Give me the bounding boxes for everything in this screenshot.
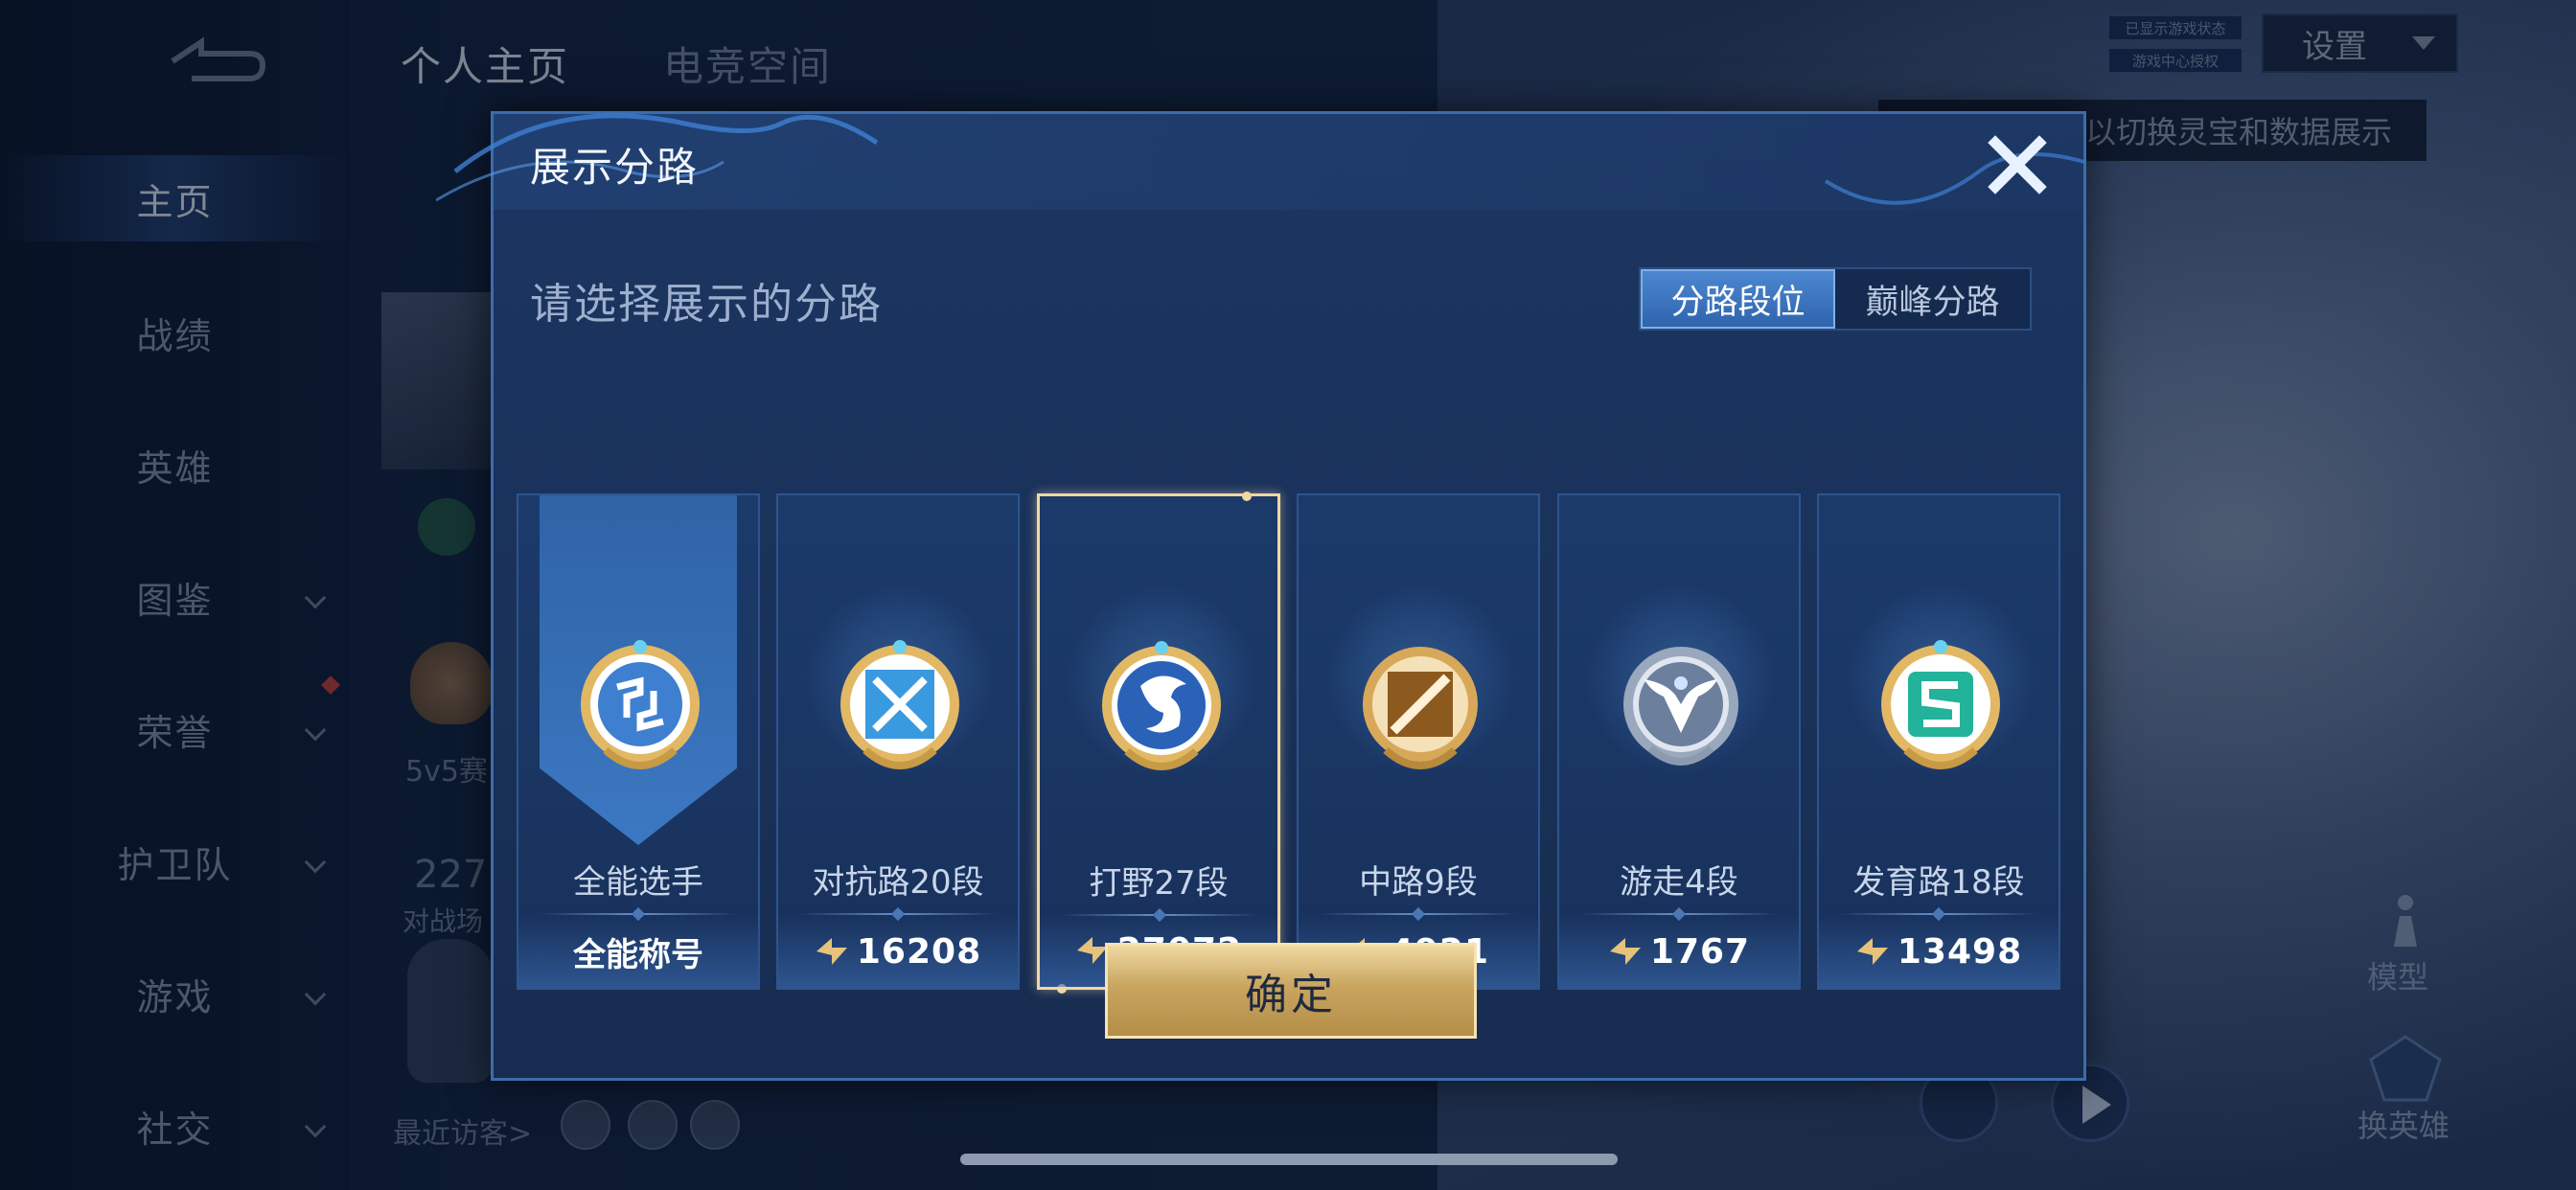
card-label: 打野27段 [1089, 864, 1229, 903]
corner-ornament [1242, 492, 1252, 501]
card-footer: 13498 [1819, 915, 2058, 988]
lane-card-all-round[interactable]: 全能选手 全能称号 [517, 493, 760, 990]
card-label: 对抗路20段 [812, 863, 984, 902]
confirm-button[interactable]: 确定 [1105, 943, 1477, 1039]
card-points: 13498 [1897, 931, 2023, 972]
dialog-header [494, 114, 2083, 210]
card-label: 中路9段 [1359, 863, 1478, 902]
mid-lane-emblem-icon [1363, 647, 1478, 769]
card-footer: 1767 [1559, 915, 1799, 988]
jungle-dragon-emblem-icon [1102, 641, 1221, 770]
tab-lane-rank[interactable]: 分路段位 [1641, 269, 1836, 329]
dialog-title: 展示分路 [530, 144, 700, 191]
lane-card-jungle[interactable]: 打野27段 27072 [1037, 492, 1280, 994]
lane-card-clash[interactable]: 对抗路20段 16208 [776, 493, 1020, 990]
points-icon [816, 938, 847, 965]
dialog-subtitle: 请选择展示的分路 [530, 280, 883, 329]
points-icon [1609, 938, 1641, 965]
card-points: 1767 [1649, 931, 1751, 972]
lane-type-toggle: 分路段位 巅峰分路 [1639, 267, 2032, 331]
card-label: 全能选手 [573, 863, 703, 902]
farm-lane-emblem-icon [1881, 640, 2000, 769]
home-indicator[interactable] [960, 1154, 1618, 1165]
clash-lane-emblem-icon [840, 640, 959, 769]
card-points: 16208 [856, 931, 982, 972]
card-label: 发育路18段 [1852, 863, 2025, 902]
lane-card-mid[interactable]: 中路9段 4921 [1297, 493, 1540, 990]
lane-display-dialog: 展示分路 请选择展示的分路 分路段位 巅峰分路 全能选手 全能称号 对抗路20段… [436, 111, 2086, 1081]
card-value: 全能称号 [573, 935, 703, 974]
roam-wings-emblem-icon [1623, 647, 1738, 766]
lane-card-farm[interactable]: 发育路18段 13498 [1817, 493, 2060, 990]
points-icon [1856, 938, 1888, 965]
close-icon[interactable] [1984, 131, 2051, 198]
card-footer: 全能称号 [518, 915, 758, 988]
tab-peak-lane[interactable]: 巅峰分路 [1835, 269, 2030, 329]
all-round-emblem-icon [581, 640, 700, 769]
card-label: 游走4段 [1620, 863, 1738, 902]
card-footer: 16208 [778, 915, 1018, 988]
lane-card-roam[interactable]: 游走4段 1767 [1557, 493, 1801, 990]
